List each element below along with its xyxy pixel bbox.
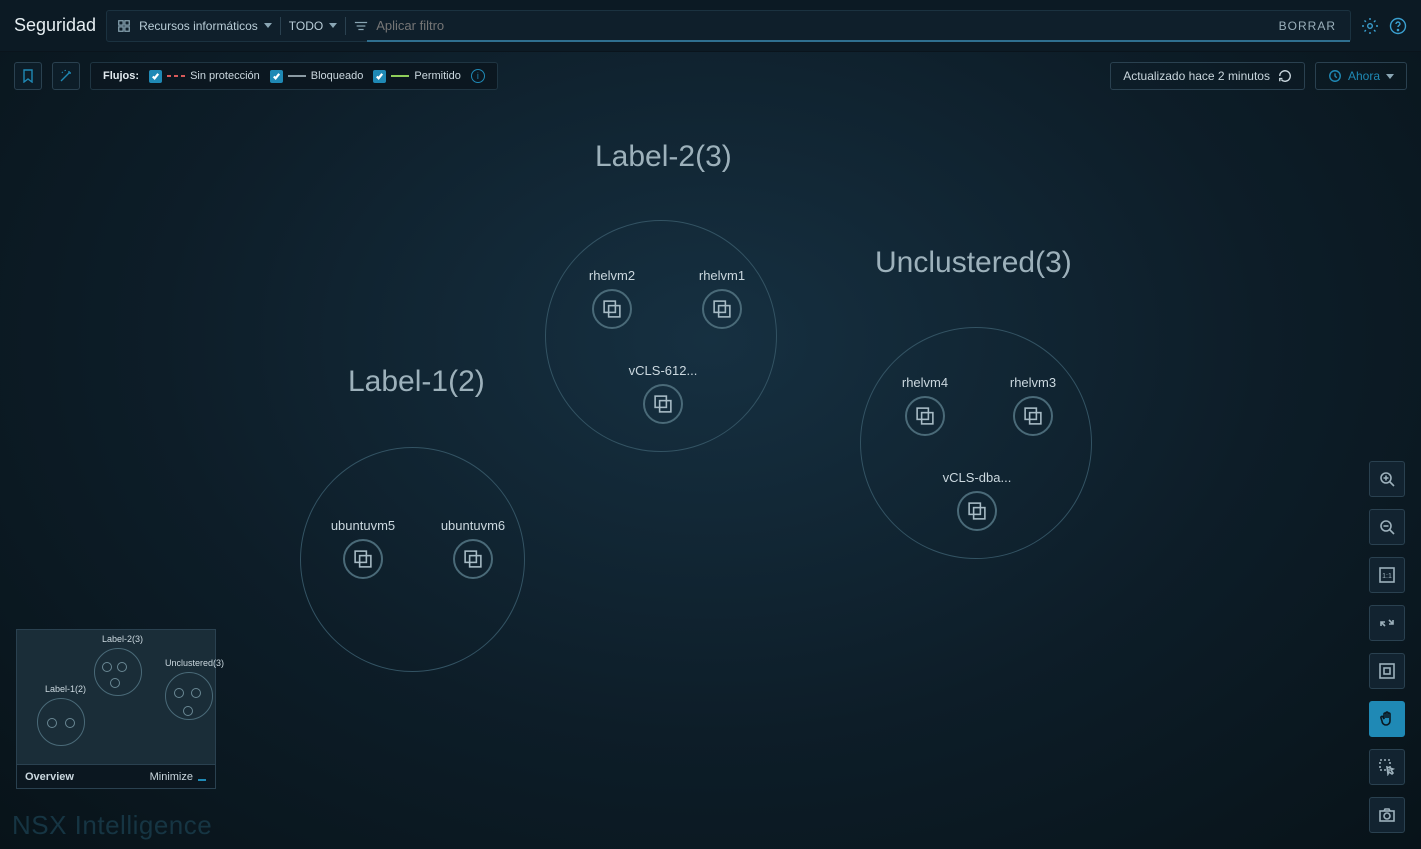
vm-vclsdba[interactable]: vCLS-dba... [932, 470, 1022, 531]
group-label-2: Label-2(3) [595, 140, 732, 174]
overview-panel[interactable]: Label-2(3) Unclustered(3) Label-1(2) Ove… [16, 629, 216, 789]
chevron-down-icon [1386, 74, 1394, 79]
vm-ubuntuvm5[interactable]: ubuntuvm5 [318, 518, 408, 579]
ov-label-c: Label-1(2) [45, 684, 86, 694]
updated-status[interactable]: Actualizado hace 2 minutos [1110, 62, 1305, 90]
refresh-icon [1278, 69, 1292, 83]
zoom-in-button[interactable] [1369, 461, 1405, 497]
vm-vcls612[interactable]: vCLS-612... [618, 363, 708, 424]
group-label-unclustered: Unclustered(3) [875, 246, 1072, 280]
snapshot-button[interactable] [1369, 797, 1405, 833]
group-label-1: Label-1(2) [348, 365, 485, 399]
ov-circle-c [37, 698, 85, 746]
vm-rhelvm2[interactable]: rhelvm2 [567, 268, 657, 329]
select-button[interactable] [1369, 749, 1405, 785]
zoom-actual-button[interactable]: 1:1 [1369, 557, 1405, 593]
brand-label: NSX Intelligence [12, 810, 212, 841]
magic-wand-button[interactable] [52, 62, 80, 90]
flows-legend: Flujos: Sin protección Bloqueado Permiti… [90, 62, 498, 90]
chevron-down-icon [264, 23, 272, 28]
resources-dropdown[interactable]: Recursos informáticos [139, 19, 272, 33]
clock-icon [1328, 69, 1342, 83]
clear-button[interactable]: BORRAR [1279, 19, 1340, 33]
fit-button[interactable] [1369, 605, 1405, 641]
flow-unprotected[interactable]: Sin protección [149, 70, 260, 83]
vm-rhelvm3[interactable]: rhelvm3 [988, 375, 1078, 436]
page-title: Seguridad [14, 15, 96, 36]
now-button[interactable]: Ahora [1315, 62, 1407, 90]
info-icon[interactable]: i [471, 69, 485, 83]
help-icon[interactable] [1389, 17, 1407, 35]
view-tool-rail: 1:1 [1369, 461, 1405, 833]
filter-bar: Recursos informáticos TODO BORRAR [106, 10, 1351, 42]
zoom-out-button[interactable] [1369, 509, 1405, 545]
center-button[interactable] [1369, 653, 1405, 689]
filter-input[interactable] [376, 18, 1270, 33]
vm-ubuntuvm6[interactable]: ubuntuvm6 [428, 518, 518, 579]
resources-icon [117, 19, 131, 33]
ov-circle-a [94, 648, 142, 696]
flow-allowed[interactable]: Permitido [373, 70, 460, 83]
vm-rhelvm1[interactable]: rhelvm1 [677, 268, 767, 329]
ov-label-b: Unclustered(3) [165, 658, 224, 668]
flow-blocked[interactable]: Bloqueado [270, 70, 364, 83]
settings-icon[interactable] [1361, 17, 1379, 35]
bookmark-button[interactable] [14, 62, 42, 90]
chevron-down-icon [329, 23, 337, 28]
separator [345, 17, 346, 35]
overview-title: Overview [25, 771, 74, 783]
ov-label-a: Label-2(3) [102, 634, 143, 644]
flows-label: Flujos: [103, 70, 139, 82]
filter-icon[interactable] [354, 19, 368, 33]
scope-dropdown[interactable]: TODO [289, 19, 337, 33]
pan-button[interactable] [1369, 701, 1405, 737]
separator [280, 17, 281, 35]
svg-text:1:1: 1:1 [1382, 573, 1392, 580]
vm-rhelvm4[interactable]: rhelvm4 [880, 375, 970, 436]
overview-minimize[interactable]: Minimize [150, 771, 207, 783]
